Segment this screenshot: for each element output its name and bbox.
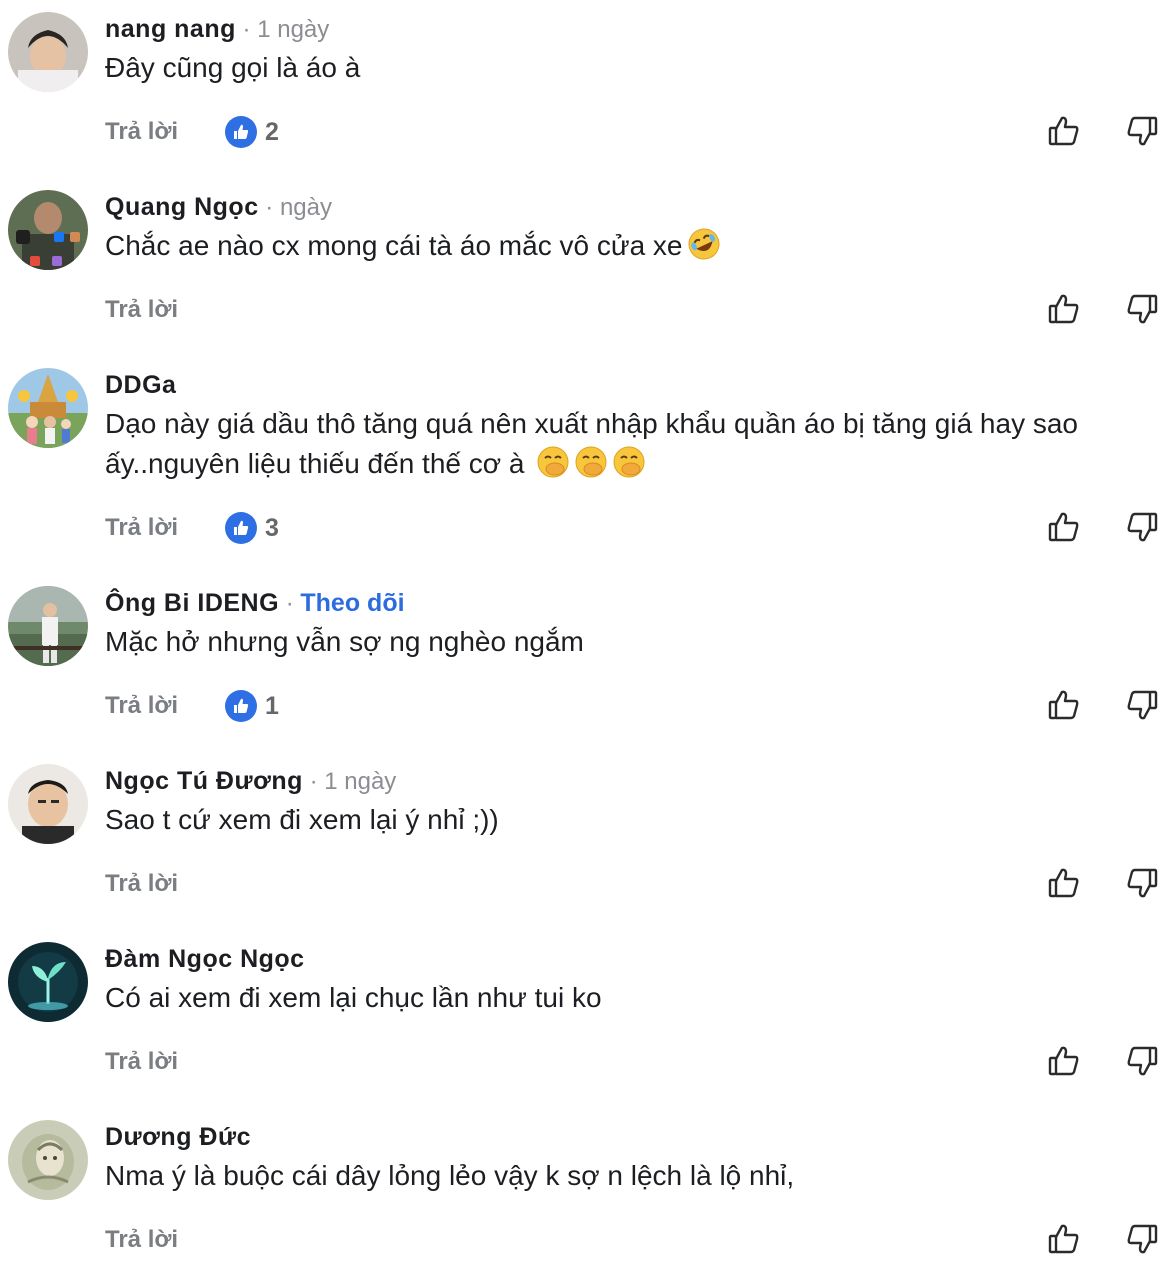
- separator: ·: [279, 590, 301, 617]
- reply-button[interactable]: Trả lời: [105, 686, 178, 726]
- comment-text: Dạo này giá dầu thô tăng quá nên xuất nh…: [105, 408, 1078, 479]
- comment-actions: Trả lời: [0, 1220, 1170, 1260]
- comment-actions: Trả lời: [0, 290, 1170, 330]
- avatar[interactable]: [8, 586, 88, 666]
- thumbs-up-icon[interactable]: [1046, 1221, 1082, 1257]
- avatar[interactable]: [8, 368, 88, 448]
- comment-header: Ông Bi IDENG · Theo dõi: [105, 586, 405, 620]
- timestamp: · ngày: [258, 194, 332, 221]
- comment-header: Đàm Ngọc Ngọc: [105, 942, 305, 976]
- comment-actions: Trả lời 2: [0, 112, 1170, 152]
- reply-button[interactable]: Trả lời: [105, 1042, 178, 1082]
- author-name[interactable]: nang nang: [105, 15, 236, 43]
- comment-actions: Trả lời 3: [0, 508, 1170, 548]
- thumbs-up-icon[interactable]: [1046, 1043, 1082, 1079]
- comment-actions: Trả lời 1: [0, 686, 1170, 726]
- thumbs-down-icon[interactable]: [1124, 113, 1160, 149]
- author-name[interactable]: Ông Bi IDENG: [105, 589, 279, 617]
- thumbs-down-icon[interactable]: [1124, 291, 1160, 327]
- comment-header: DDGa: [105, 368, 176, 402]
- hand-over-mouth-emoji: [613, 446, 645, 478]
- thumbs-up-icon[interactable]: [1046, 113, 1082, 149]
- reply-button[interactable]: Trả lời: [105, 508, 178, 548]
- avatar[interactable]: [8, 942, 88, 1022]
- like-count: 3: [265, 513, 279, 542]
- like-summary[interactable]: 3: [225, 511, 279, 545]
- timestamp: · 1 ngày: [235, 16, 330, 43]
- comment-text: Sao t cứ xem đi xem lại ý nhỉ ;)): [105, 804, 499, 835]
- author-name[interactable]: Dương Đức: [105, 1123, 251, 1151]
- author-name[interactable]: Đàm Ngọc Ngọc: [105, 945, 305, 973]
- thumbs-down-icon[interactable]: [1124, 1043, 1160, 1079]
- author-name[interactable]: DDGa: [105, 371, 176, 399]
- like-summary[interactable]: 1: [225, 689, 279, 723]
- comment-text: Chắc ae nào cx mong cái tà áo mắc vô cửa…: [105, 226, 1167, 266]
- thumbs-down-icon[interactable]: [1124, 687, 1160, 723]
- follow-button[interactable]: Theo dõi: [300, 589, 404, 617]
- author-name[interactable]: Quang Ngọc: [105, 193, 259, 221]
- reply-button[interactable]: Trả lời: [105, 112, 178, 152]
- like-reaction-icon: [225, 512, 257, 544]
- hand-over-mouth-emoji: [537, 446, 569, 478]
- like-count: 1: [265, 691, 279, 720]
- like-reaction-icon: [225, 690, 257, 722]
- comment-header: Quang Ngọc · ngày: [105, 190, 332, 224]
- comment-header: Dương Đức: [105, 1120, 251, 1154]
- comment-actions: Trả lời: [0, 1042, 1170, 1082]
- comment-header: nang nang · 1 ngày: [105, 12, 329, 46]
- rolling-laughing-emoji: [688, 228, 719, 260]
- comment-text: Có ai xem đi xem lại chục lần như tui ko: [105, 982, 602, 1013]
- reply-button[interactable]: Trả lời: [105, 1220, 178, 1260]
- author-name[interactable]: Ngọc Tú Đương: [105, 767, 303, 795]
- comment-actions: Trả lời: [0, 864, 1170, 904]
- reply-button[interactable]: Trả lời: [105, 864, 178, 904]
- hand-over-mouth-emoji: [575, 446, 607, 478]
- thumbs-up-icon[interactable]: [1046, 687, 1082, 723]
- comment-text: Đây cũng gọi là áo à: [105, 52, 361, 83]
- comment-text: Nma ý là buộc cái dây lỏng lẻo vậy k sợ …: [105, 1160, 795, 1191]
- thumbs-down-icon[interactable]: [1124, 1221, 1160, 1257]
- timestamp: · 1 ngày: [302, 768, 397, 795]
- comment-header: Ngọc Tú Đương · 1 ngày: [105, 764, 396, 798]
- thumbs-up-icon[interactable]: [1046, 509, 1082, 545]
- thumbs-down-icon[interactable]: [1124, 865, 1160, 901]
- thumbs-up-icon[interactable]: [1046, 865, 1082, 901]
- avatar[interactable]: [8, 190, 88, 270]
- avatar[interactable]: [8, 764, 88, 844]
- like-count: 2: [265, 117, 279, 146]
- like-reaction-icon: [225, 116, 257, 148]
- thumbs-up-icon[interactable]: [1046, 291, 1082, 327]
- reply-button[interactable]: Trả lời: [105, 290, 178, 330]
- thumbs-down-icon[interactable]: [1124, 509, 1160, 545]
- avatar[interactable]: [8, 1120, 88, 1200]
- comment-text: Mặc hở nhưng vẫn sợ ng nghèo ngắm: [105, 626, 584, 657]
- avatar[interactable]: [8, 12, 88, 92]
- like-summary[interactable]: 2: [225, 115, 279, 149]
